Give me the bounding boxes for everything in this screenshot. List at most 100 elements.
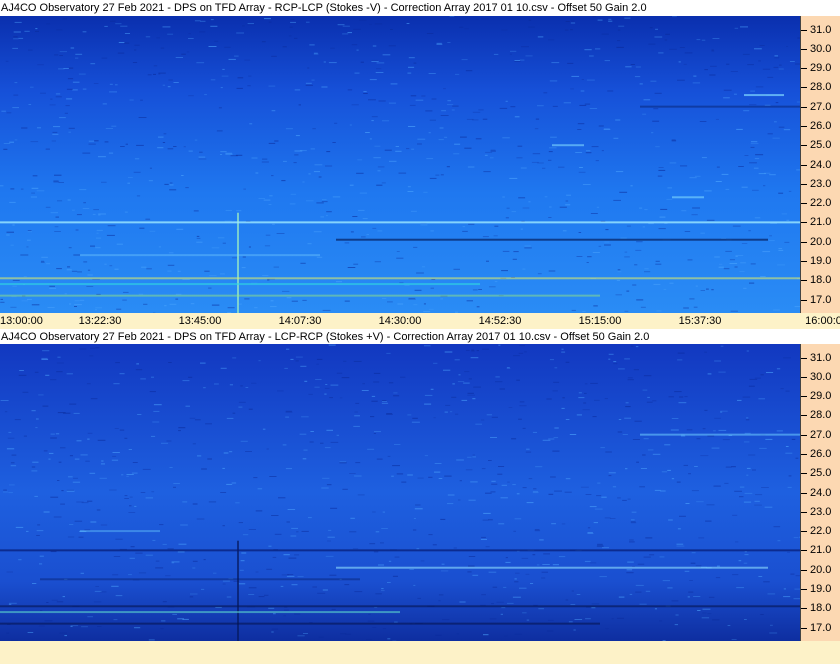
frequency-tick-label: 19.0 xyxy=(810,582,832,595)
frequency-tick-label: 28.0 xyxy=(810,81,832,94)
bottom-spectrogram xyxy=(0,344,800,641)
frequency-tick-label: 31.0 xyxy=(810,351,832,364)
frequency-tick xyxy=(801,164,807,166)
frequency-tick-label: 28.0 xyxy=(810,409,832,422)
top-spectrogram-canvas xyxy=(0,16,800,313)
frequency-tick-label: 24.0 xyxy=(810,486,832,499)
time-tick-label: 13:00:00 xyxy=(0,315,43,327)
frequency-tick-label: 20.0 xyxy=(810,563,832,576)
frequency-tick xyxy=(801,357,807,359)
emission-band-5 xyxy=(640,105,800,108)
frequency-tick xyxy=(801,415,807,417)
frequency-tick xyxy=(801,125,807,127)
emission-band-6 xyxy=(80,530,160,533)
frequency-tick xyxy=(801,87,807,89)
frequency-tick xyxy=(801,222,807,224)
frequency-tick-label: 18.0 xyxy=(810,602,832,615)
frequency-tick xyxy=(801,183,807,185)
top-panel-title: AJ4CO Observatory 27 Feb 2021 - DPS on T… xyxy=(0,0,840,16)
frequency-tick xyxy=(801,29,807,31)
emission-band-2 xyxy=(0,277,800,280)
frequency-tick-label: 24.0 xyxy=(810,158,832,171)
spectrogram-background xyxy=(0,16,800,313)
emission-band-1 xyxy=(336,566,768,569)
emission-band-7 xyxy=(552,144,584,147)
emission-band-9 xyxy=(80,254,320,257)
frequency-tick-label: 17.0 xyxy=(810,621,832,634)
frequency-tick-label: 20.0 xyxy=(810,235,832,248)
time-tick-label: 15:15:00 xyxy=(578,315,622,327)
frequency-tick xyxy=(801,106,807,108)
emission-band-3 xyxy=(0,611,400,614)
frequency-tick-label: 19.0 xyxy=(810,254,832,267)
emission-band-0 xyxy=(0,221,800,224)
time-tick-label: 13:45:00 xyxy=(178,315,222,327)
frequency-tick xyxy=(801,588,807,590)
top-time-axis: 13:00:00 13:22:30 13:45:00 14:07:30 14:30:00… xyxy=(0,313,840,329)
frequency-tick-label: 25.0 xyxy=(810,467,832,480)
top-frequency-axis: 31.0 30.0 29.0 28.0 27.0 26.0 25.0 24.0 23.0 22.0… xyxy=(800,16,840,313)
frequency-tick-label: 31.0 xyxy=(810,23,832,36)
frequency-tick-label: 22.0 xyxy=(810,197,832,210)
frequency-tick xyxy=(801,68,807,70)
spectrogram-background xyxy=(0,344,800,641)
emission-band-5 xyxy=(640,433,800,436)
time-tick-label: 13:22:30 xyxy=(78,315,122,327)
frequency-tick-label: 30.0 xyxy=(810,370,832,383)
frequency-tick xyxy=(801,473,807,475)
emission-band-7 xyxy=(40,578,360,581)
vertical-spike xyxy=(237,212,239,313)
emission-band-6 xyxy=(744,94,784,97)
top-spectrogram xyxy=(0,16,800,313)
frequency-tick-label: 29.0 xyxy=(810,62,832,75)
emission-band-4 xyxy=(0,294,600,297)
frequency-tick xyxy=(801,260,807,262)
frequency-tick xyxy=(801,145,807,147)
frequency-tick-label: 17.0 xyxy=(810,293,832,306)
emission-band-0 xyxy=(0,549,800,552)
frequency-tick xyxy=(801,627,807,629)
vertical-spike xyxy=(237,540,239,641)
frequency-tick xyxy=(801,203,807,205)
emission-band-1 xyxy=(336,238,768,241)
frequency-tick xyxy=(801,608,807,610)
frequency-tick-label: 23.0 xyxy=(810,505,832,518)
time-tick-label: 16:00:00 xyxy=(805,315,840,327)
frequency-tick-label: 26.0 xyxy=(810,119,832,132)
frequency-tick-label: 25.0 xyxy=(810,139,832,152)
frequency-tick-label: 23.0 xyxy=(810,177,832,190)
frequency-tick xyxy=(801,569,807,571)
frequency-tick xyxy=(801,550,807,552)
emission-band-2 xyxy=(0,605,800,608)
frequency-tick-label: 18.0 xyxy=(810,274,832,287)
emission-band-3 xyxy=(0,283,480,286)
frequency-tick xyxy=(801,492,807,494)
frequency-tick-label: 26.0 xyxy=(810,447,832,460)
frequency-tick-label: 22.0 xyxy=(810,525,832,538)
emission-band-8 xyxy=(672,196,704,199)
time-tick-label: 14:52:30 xyxy=(478,315,522,327)
frequency-tick-label: 30.0 xyxy=(810,42,832,55)
bottom-panel-title: AJ4CO Observatory 27 Feb 2021 - DPS on T… xyxy=(0,329,840,345)
frequency-tick xyxy=(801,511,807,513)
frequency-tick-label: 27.0 xyxy=(810,428,832,441)
frequency-tick xyxy=(801,280,807,282)
frequency-tick xyxy=(801,531,807,533)
time-tick-label: 15:37:30 xyxy=(678,315,722,327)
time-tick-label: 14:30:00 xyxy=(378,315,422,327)
frequency-tick xyxy=(801,453,807,455)
frequency-tick-label: 29.0 xyxy=(810,390,832,403)
frequency-tick xyxy=(801,241,807,243)
frequency-tick xyxy=(801,48,807,50)
frequency-tick xyxy=(801,376,807,378)
frequency-tick-label: 21.0 xyxy=(810,216,832,229)
bottom-spectrogram-canvas xyxy=(0,344,800,641)
frequency-tick xyxy=(801,396,807,398)
frequency-tick-label: 21.0 xyxy=(810,544,832,557)
bottom-frequency-axis: 31.0 30.0 29.0 28.0 27.0 26.0 25.0 24.0 23.0 22.0… xyxy=(800,344,840,641)
time-tick-label: 14:07:30 xyxy=(278,315,322,327)
bottom-strip xyxy=(0,641,840,664)
frequency-tick xyxy=(801,299,807,301)
frequency-tick xyxy=(801,434,807,436)
emission-band-4 xyxy=(0,622,600,625)
